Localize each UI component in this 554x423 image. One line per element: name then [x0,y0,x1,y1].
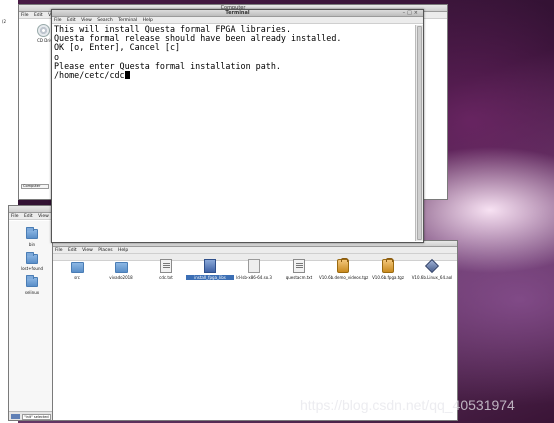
file-label: vivado2018 [109,275,133,280]
cdc-folder-menubar: File Edit View Places Help [53,247,457,254]
text-file-icon [160,259,172,273]
script-file-icon [204,259,216,273]
terminal-scrollbar[interactable] [415,25,423,241]
menu-edit[interactable]: Edit [24,214,33,219]
cdc-folder-window[interactable]: File Edit View Places Help src vivado201… [52,240,458,421]
archive-icon [337,258,349,273]
folder-icon [115,262,128,273]
folder-icon [71,262,84,273]
installer-icon [424,258,440,274]
terminal-line: OK [o, Enter], Cancel [c] [54,42,181,53]
menu-view[interactable]: View [82,248,93,253]
cd-drive-icon[interactable] [37,24,50,37]
file-label: V10.6b.demo_videos.tgz [319,275,369,280]
menu-help[interactable]: Help [143,18,153,23]
menu-help[interactable]: Help [118,248,128,253]
text-file-icon [293,259,305,273]
file-label: V10.6b.fpga.tgz [372,275,404,280]
terminal-titlebar[interactable]: Terminal –□× [52,10,423,17]
file-label: ld-lsb-x86-64.so.3 [236,275,272,280]
terminal-menubar: File Edit View Search Terminal Help [52,17,423,24]
library-file-icon [248,259,260,273]
status-bar: "init" selected [9,411,55,420]
menu-file[interactable]: File [21,13,29,18]
folder-bin-label: bin [28,242,36,247]
menu-edit[interactable]: Edit [67,18,76,23]
file-label: V10.6b.Linux_64.aol [411,275,453,280]
menu-edit[interactable]: Edit [68,248,77,253]
menu-file[interactable]: File [11,214,19,219]
terminal-input-line[interactable]: /home/cetc/cdc [53,69,415,80]
left-edge-label: (2 [2,19,7,24]
menu-view[interactable]: View [81,18,92,23]
selection-status: "init" selected [22,414,51,420]
file-label: questacm.txt [285,275,313,280]
menu-file[interactable]: File [55,248,63,253]
archive-icon [382,258,394,273]
folder-icon[interactable] [26,252,38,264]
terminal-title: Terminal [225,10,250,16]
terminal-input-text: /home/cetc/cdc [54,69,125,80]
close-icon[interactable]: × [414,10,420,16]
watermark-text: https://blog.csdn.net/qq_40531974 [300,397,515,413]
sidebar-toggle-icon[interactable] [11,414,20,419]
root-folder-content: bin lost+found selinux "init" selected [9,221,55,420]
window-controls: –□× [403,10,420,17]
maximize-icon[interactable]: □ [407,10,414,16]
menu-places[interactable]: Places [98,248,112,253]
folder-selinux-label: selinux [24,290,40,295]
file-label-selected: install_fpga_libs [186,275,234,280]
file-label: cdc.txt [159,275,173,280]
terminal-output[interactable]: This will install Questa formal FPGA lib… [53,24,415,241]
file-label: src [74,275,80,280]
folder-lost-found-label: lost+found [20,266,44,271]
folder-icon[interactable] [26,275,38,287]
menu-file[interactable]: File [54,18,62,23]
folder-icon[interactable] [26,227,38,239]
scrollbar-thumb[interactable] [417,26,422,240]
menu-view[interactable]: View [38,214,49,219]
terminal-window[interactable]: Terminal –□× File Edit View Search Termi… [51,9,424,243]
computer-location-combo[interactable]: Computer [21,184,49,189]
text-cursor [124,70,130,79]
menu-terminal[interactable]: Terminal [118,18,137,23]
menu-edit[interactable]: Edit [34,13,43,18]
menu-search[interactable]: Search [97,18,112,23]
